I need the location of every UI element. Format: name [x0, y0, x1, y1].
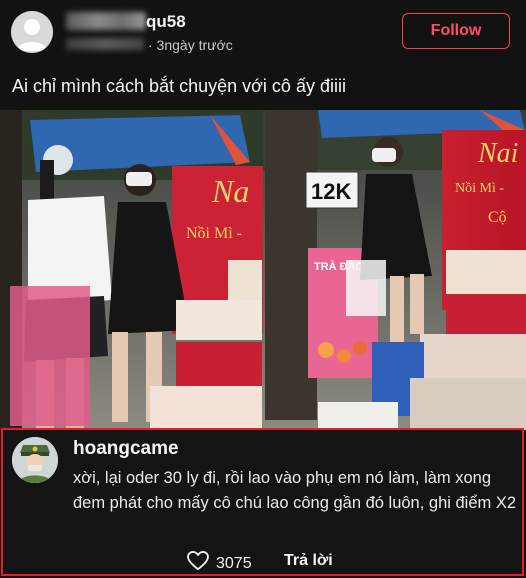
photo-sign-right-sub2: Cộ	[488, 209, 507, 226]
photo-sign-right: Nai	[477, 138, 518, 169]
reply-button[interactable]: Trả lời	[284, 552, 333, 570]
username[interactable]: qu58	[146, 12, 186, 32]
default-avatar-icon[interactable]	[11, 11, 53, 53]
like-count: 3075	[216, 554, 252, 572]
post-header: qu58 · 3ngày trước Follow	[0, 0, 526, 62]
photo-sign-left-sub: Nồi Mì -	[186, 225, 242, 242]
photo-sign-left: Na	[211, 173, 249, 209]
post-photo[interactable]: Na Nồi Mì - Nai Nồi Mì - Cộ TRÀ ĐÀO 12K	[0, 110, 526, 430]
like-button[interactable]: 3075	[187, 551, 252, 576]
photo-price-tag: 12K	[311, 179, 351, 204]
blurred-meta	[66, 38, 144, 50]
highlighted-comment: hoangcame xời, lại oder 30 ly đi, rồi la…	[1, 428, 524, 576]
police-avatar-icon[interactable]	[12, 437, 58, 483]
heart-icon[interactable]	[187, 551, 209, 576]
photo-sign-right-sub: Nồi Mì -	[455, 181, 504, 196]
comment-username[interactable]: hoangcame	[73, 438, 179, 460]
comment-text: xời, lại oder 30 ly đi, rồi lao vào phụ …	[73, 469, 517, 512]
post-caption: Ai chỉ mình cách bắt chuyện với cô ấy đi…	[12, 76, 346, 96]
follow-button[interactable]: Follow	[402, 13, 510, 49]
blurred-username	[66, 12, 146, 30]
post-timestamp: · 3ngày trước	[148, 37, 233, 53]
